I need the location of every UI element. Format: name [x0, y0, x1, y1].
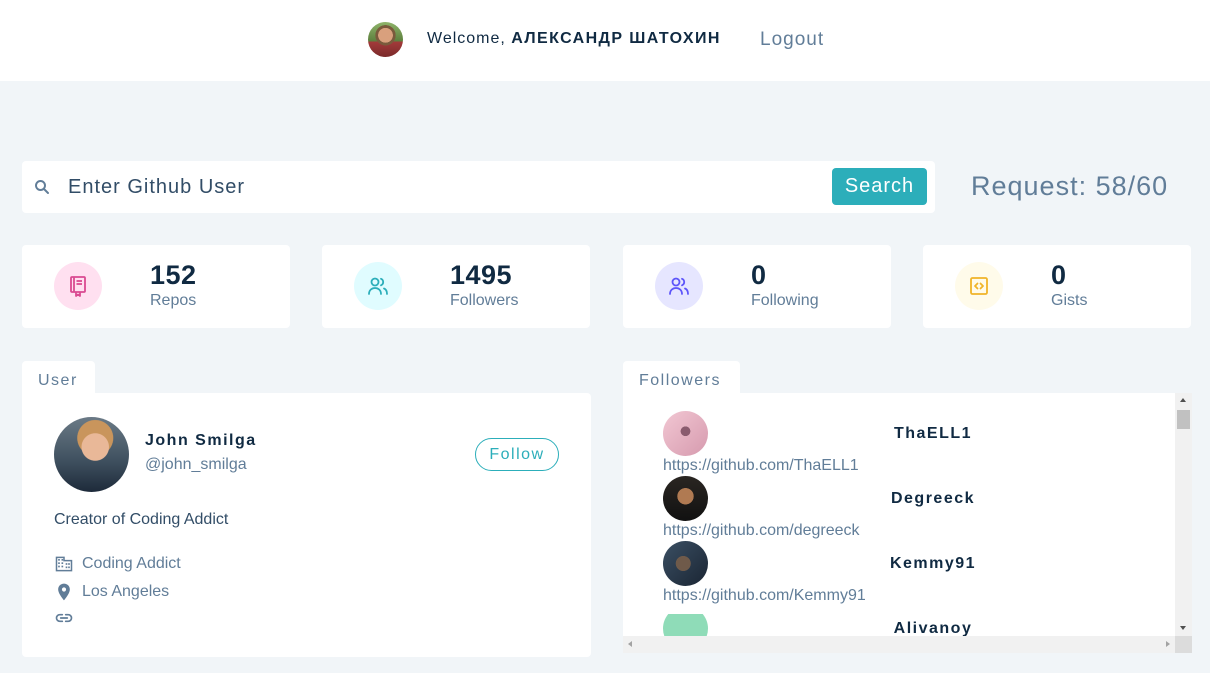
welcome-message: Welcome, АЛЕКСАНДР ШАТОХИН	[427, 30, 721, 48]
blog-row[interactable]	[54, 608, 82, 628]
stat-card-gists: 0 Gists	[923, 245, 1191, 328]
scrollbar-thumb[interactable]	[1177, 410, 1190, 429]
following-label: Following	[751, 292, 819, 309]
user-plus-icon	[669, 277, 689, 295]
follower-avatar	[663, 541, 708, 586]
location-pin-icon	[58, 583, 70, 601]
stat-icon-wrapper	[54, 262, 102, 310]
company-text: Coding Addict	[82, 555, 181, 572]
follower-url[interactable]: https://github.com/degreeck	[663, 522, 860, 540]
welcome-prefix: Welcome,	[427, 30, 512, 47]
follower-avatar	[663, 476, 708, 521]
location-text: Los Angeles	[82, 583, 170, 600]
followers-horizontal-scrollbar[interactable]	[623, 636, 1175, 653]
followers-list[interactable]: ThaELL1 https://github.com/ThaELL1 Degre…	[623, 393, 1192, 653]
follower-url[interactable]: https://github.com/Kemmy91	[663, 587, 866, 605]
followers-vertical-scrollbar[interactable]	[1175, 393, 1192, 636]
stat-icon-wrapper	[354, 262, 402, 310]
follower-item: ThaELL1 https://github.com/ThaELL1	[663, 411, 1183, 476]
follower-item: Degreeck https://github.com/degreeck	[663, 476, 1183, 541]
user-tab: User	[22, 361, 95, 395]
scrollbar-corner	[1175, 636, 1192, 653]
users-icon	[368, 277, 388, 295]
follower-name: Kemmy91	[889, 555, 977, 572]
stat-card-repos: 152 Repos	[22, 245, 290, 328]
follower-name: Degreeck	[890, 490, 976, 507]
follow-button[interactable]: Follow	[475, 438, 559, 471]
stat-icon-wrapper	[655, 262, 703, 310]
link-icon	[55, 613, 73, 623]
building-icon	[55, 556, 73, 572]
following-count: 0	[751, 260, 767, 290]
gists-count: 0	[1051, 260, 1067, 290]
requests-remaining: Request: 58/60	[971, 171, 1169, 201]
logout-button[interactable]: Logout	[760, 29, 824, 51]
location-row: Los Angeles	[54, 582, 169, 602]
welcome-user-name: АЛЕКСАНДР ШАТОХИН	[511, 30, 721, 47]
scroll-up-arrow-icon[interactable]	[1180, 398, 1186, 402]
stat-card-following: 0 Following	[623, 245, 891, 328]
code-icon	[970, 277, 988, 295]
stat-card-followers: 1495 Followers	[322, 245, 590, 328]
scroll-left-arrow-icon[interactable]	[628, 641, 632, 647]
search-button[interactable]: Search	[832, 168, 927, 205]
stat-icon-wrapper	[955, 262, 1003, 310]
user-bio: Creator of Coding Addict	[54, 511, 229, 528]
user-avatar	[54, 417, 129, 492]
scroll-down-arrow-icon[interactable]	[1180, 626, 1186, 630]
user-card: John Smilga @john_smilga Follow Creator …	[22, 393, 591, 657]
search-form: Search	[22, 161, 935, 213]
repos-label: Repos	[150, 292, 197, 309]
repos-count: 152	[150, 260, 197, 290]
search-input[interactable]	[68, 171, 828, 203]
follower-avatar	[663, 411, 708, 456]
follower-url[interactable]: https://github.com/ThaELL1	[663, 457, 859, 475]
follower-item: Kemmy91 https://github.com/Kemmy91	[663, 541, 1183, 606]
followers-tab: Followers	[623, 361, 740, 395]
user-name: John Smilga	[145, 432, 257, 449]
gists-label: Gists	[1051, 292, 1088, 309]
user-handle: @john_smilga	[145, 456, 247, 473]
company-row: Coding Addict	[54, 554, 181, 574]
followers-count: 1495	[450, 260, 513, 290]
followers-label: Followers	[450, 292, 519, 309]
follower-name: ThaELL1	[893, 425, 973, 442]
navbar: Welcome, АЛЕКСАНДР ШАТОХИН Logout	[0, 0, 1210, 81]
book-icon	[70, 276, 86, 297]
scroll-right-arrow-icon[interactable]	[1166, 641, 1170, 647]
search-icon	[33, 178, 51, 196]
nav-avatar	[368, 22, 403, 57]
